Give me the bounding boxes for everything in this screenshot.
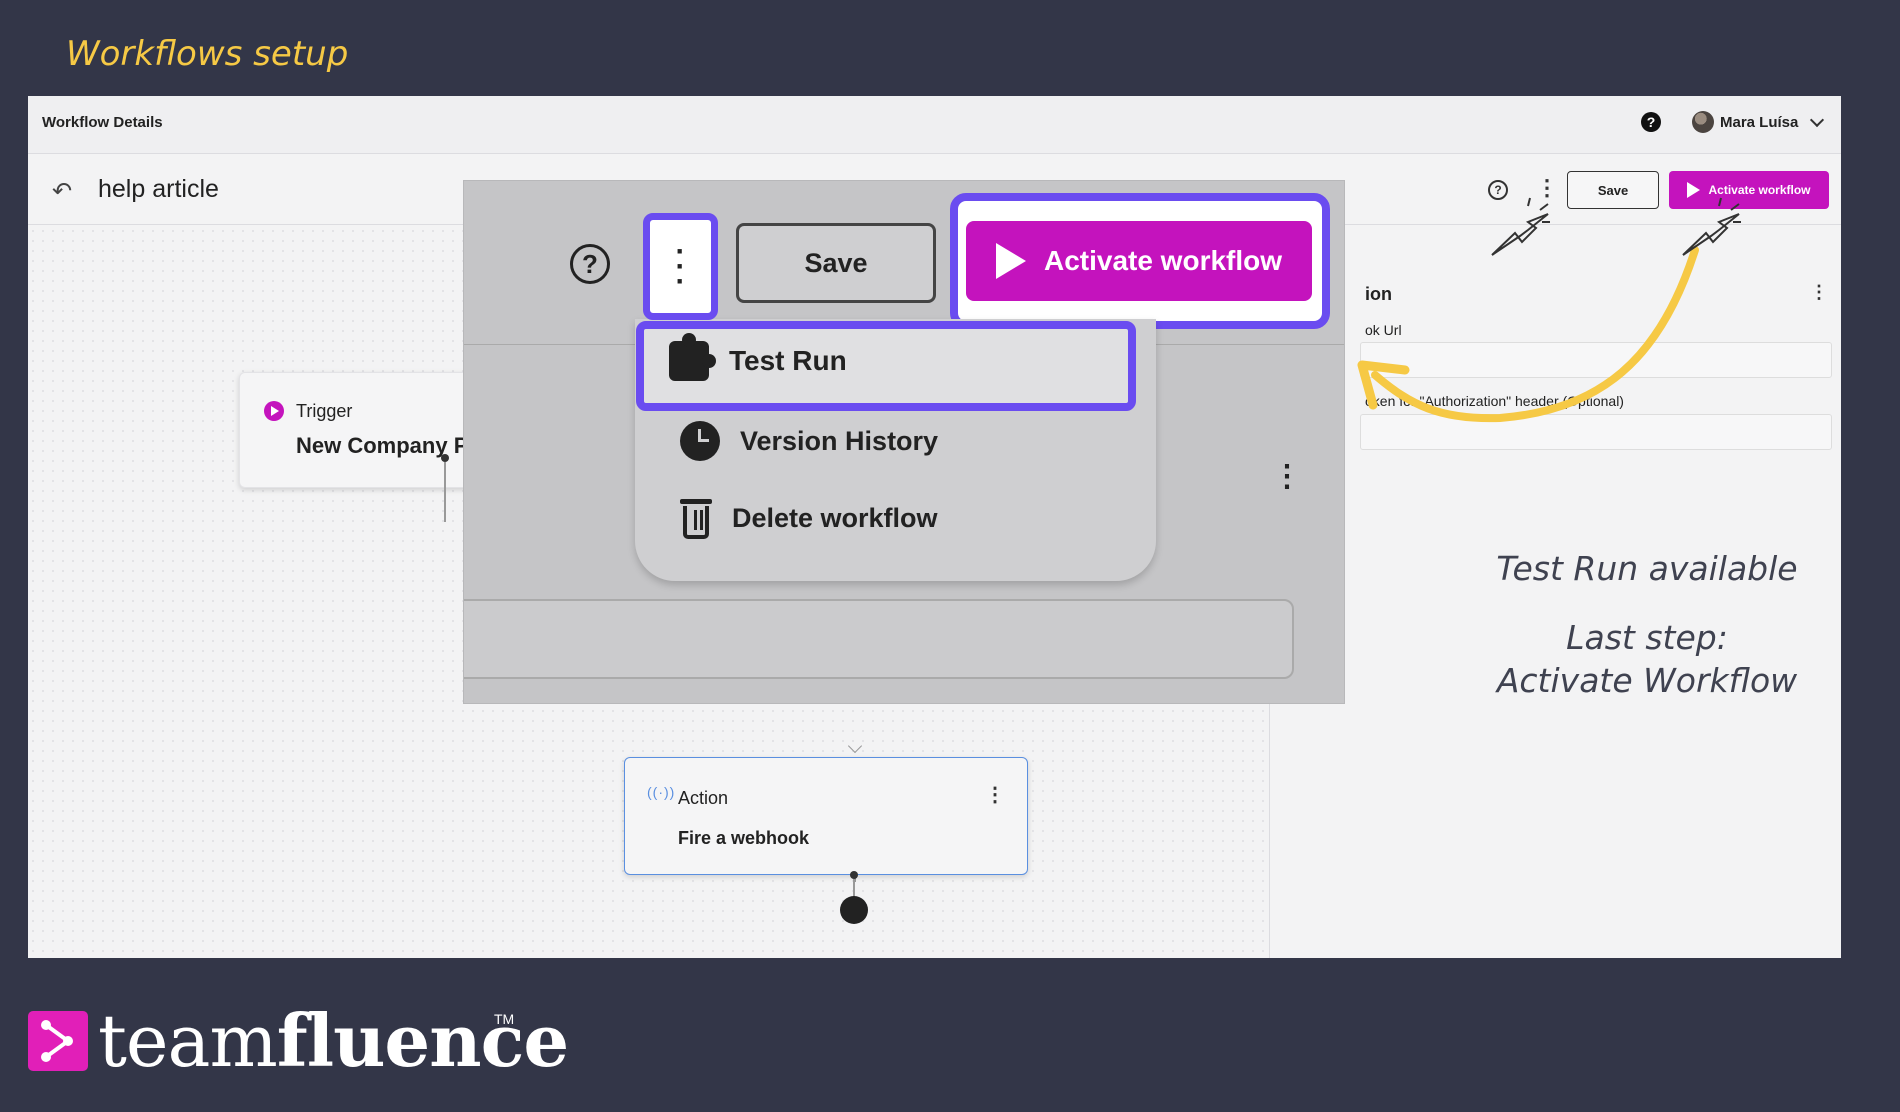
action-label: Action [678, 788, 729, 808]
help-icon[interactable]: ? [1641, 112, 1661, 132]
zoom-save-button: Save [736, 223, 936, 303]
panel-title: ion [1365, 284, 1392, 304]
zoom-menu-item-version-history: Version History [680, 421, 938, 461]
puzzle-icon [669, 333, 716, 381]
token-label: oken for "Authorization" header (Optiona… [1365, 393, 1624, 409]
user-menu[interactable]: Mara Luísa [1692, 111, 1825, 133]
teamfluence-logo [28, 1011, 88, 1071]
zoom-callout: ⋮ ? Save Activate workflow Version Histo… [464, 181, 1344, 703]
clock-icon [680, 421, 720, 461]
trademark: TM [494, 1011, 515, 1027]
more-options-icon[interactable]: ⋮ [1536, 177, 1558, 199]
action-node[interactable]: ((·)) Action Fire a webhook ⋮ [624, 757, 1028, 875]
avatar [1692, 111, 1714, 133]
zoom-menu-label: Test Run [729, 345, 847, 376]
logo-mark-icon [41, 1020, 73, 1062]
zoom-more-icon: · · · [675, 235, 686, 298]
note-last-step-line1: Last step: [1566, 618, 1728, 657]
trash-icon [680, 497, 712, 539]
webhook-icon: ((·)) [647, 784, 676, 800]
zoom-more-highlight: · · · [643, 213, 718, 320]
chevron-down-icon [1810, 112, 1825, 128]
zoom-menu-label: Delete workflow [732, 502, 938, 533]
help-circle-icon[interactable]: ? [1488, 180, 1508, 200]
connector-dot [441, 454, 449, 462]
top-bar: Workflow Details ? Mara Luísa [28, 96, 1841, 154]
save-button[interactable]: Save [1567, 171, 1659, 209]
trigger-name: New Company Pa [296, 433, 481, 458]
connector-line [444, 462, 446, 522]
trigger-play-icon [264, 401, 284, 421]
action-name: Fire a webhook [678, 828, 810, 848]
webhook-url-input[interactable] [1360, 342, 1832, 378]
action-settings-panel: ion ⋮ ok Url oken for "Authorization" he… [1269, 226, 1841, 958]
arrow-down-icon [847, 738, 863, 754]
zoom-menu-label: Version History [740, 425, 939, 456]
zoom-right-more-icon: ⋮ [1272, 460, 1302, 493]
workflow-name[interactable]: help article [98, 175, 219, 204]
back-arrow-icon[interactable]: ↶ [52, 177, 72, 206]
action-more-icon[interactable]: ⋮ [985, 782, 1005, 807]
zoom-input-field [464, 599, 1294, 679]
activate-workflow-button[interactable]: Activate workflow [1669, 171, 1829, 209]
zoom-activate-highlight: Activate workflow [950, 193, 1330, 329]
zoom-play-icon [995, 243, 1026, 279]
connector-dot [850, 871, 858, 879]
user-name: Mara Luísa [1720, 113, 1799, 131]
zoom-menu-item-delete-workflow: Delete workflow [680, 497, 938, 539]
zoom-activate-button: Activate workflow [966, 221, 1312, 301]
panel-more-icon[interactable]: ⋮ [1810, 282, 1828, 303]
note-last-step-line2: Activate Workflow [1496, 660, 1798, 700]
breadcrumb: Workflow Details [42, 114, 163, 131]
zoom-help-icon: ? [570, 244, 610, 284]
token-input[interactable] [1360, 414, 1832, 450]
slide-title: Workflows setup [66, 34, 349, 74]
play-icon [1687, 182, 1701, 198]
end-node [840, 896, 868, 924]
zoom-menu-item-test-run: Test Run [669, 333, 847, 381]
webhook-url-label: ok Url [1365, 322, 1402, 338]
zoom-activate-label: Activate workflow [1043, 245, 1283, 276]
note-last-step: Last step: Activate Workflow [1487, 617, 1807, 703]
note-test-run: Test Run available [1496, 549, 1798, 588]
trigger-label: Trigger [296, 401, 353, 421]
activate-workflow-label: Activate workflow [1708, 183, 1811, 197]
